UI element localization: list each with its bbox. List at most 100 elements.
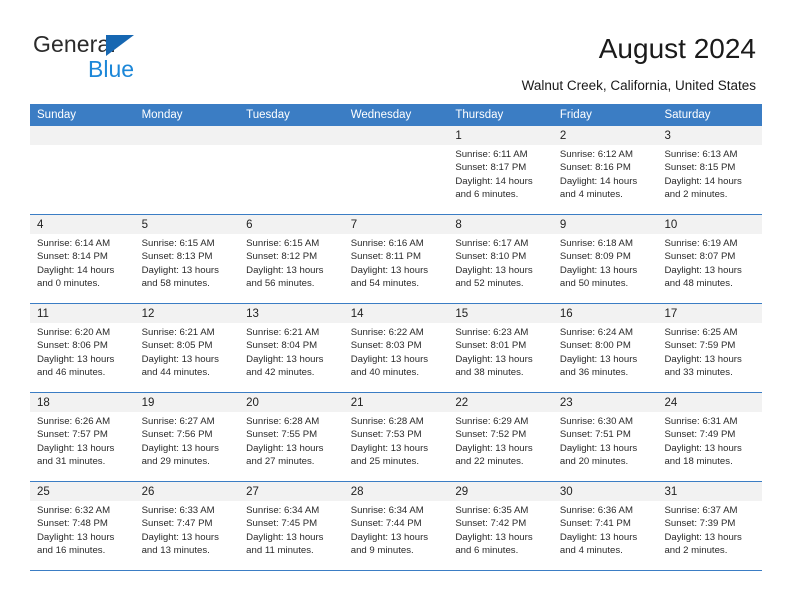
day-number-band: 4 bbox=[30, 215, 135, 234]
daylight-text-line1: Daylight: 14 hours bbox=[559, 175, 638, 187]
day-number: 8 bbox=[455, 219, 462, 231]
brand-logo[interactable]: General Blue bbox=[33, 31, 213, 83]
day-of-week-header: Wednesday bbox=[350, 109, 412, 121]
calendar-week-row: 11 Sunrise: 6:20 AM Sunset: 8:06 PM Dayligh… bbox=[30, 304, 763, 393]
day-sun-info: Sunrise: 6:28 AM Sunset: 7:53 PM Daylight:… bbox=[344, 412, 449, 469]
day-number-band: 12 bbox=[134, 304, 240, 323]
sunrise-text: Sunrise: 6:19 AM bbox=[664, 238, 738, 249]
calendar-day-cell[interactable]: 15 Sunrise: 6:23 AM Sunset: 8:01 PM Dayligh… bbox=[448, 304, 553, 392]
day-number: 29 bbox=[455, 486, 469, 498]
calendar-day-cell-empty bbox=[30, 126, 135, 214]
sunset-text: Sunset: 7:59 PM bbox=[664, 340, 736, 352]
calendar-day-cell[interactable]: 20 Sunrise: 6:28 AM Sunset: 7:55 PM Dayligh… bbox=[239, 393, 344, 481]
calendar-day-cell[interactable]: 22 Sunrise: 6:29 AM Sunset: 7:52 PM Dayligh… bbox=[448, 393, 553, 481]
sunset-text: Sunset: 8:11 PM bbox=[350, 251, 421, 263]
daylight-text-line1: Daylight: 13 hours bbox=[559, 531, 638, 543]
calendar-day-cell[interactable]: 9 Sunrise: 6:18 AM Sunset: 8:09 PM Daylight… bbox=[552, 215, 658, 303]
calendar-day-cell[interactable]: 29 Sunrise: 6:35 AM Sunset: 7:42 PM Dayligh… bbox=[448, 482, 553, 570]
day-number-band: 25 bbox=[30, 482, 135, 501]
day-sun-info: Sunrise: 6:12 AM Sunset: 8:16 PM Daylight:… bbox=[553, 145, 658, 202]
day-number: 23 bbox=[559, 397, 573, 409]
sunset-text: Sunset: 7:41 PM bbox=[559, 518, 631, 530]
calendar-day-cell[interactable]: 19 Sunrise: 6:27 AM Sunset: 7:56 PM Dayligh… bbox=[134, 393, 240, 481]
sunrise-text: Sunrise: 6:17 AM bbox=[455, 238, 529, 249]
day-sun-info: Sunrise: 6:32 AM Sunset: 7:48 PM Daylight:… bbox=[30, 501, 135, 558]
calendar-day-cell[interactable]: 10 Sunrise: 6:19 AM Sunset: 8:07 PM Dayligh… bbox=[657, 215, 763, 303]
day-number: 16 bbox=[559, 308, 573, 320]
calendar-day-cell[interactable]: 23 Sunrise: 6:30 AM Sunset: 7:51 PM Dayligh… bbox=[552, 393, 658, 481]
day-sun-info: Sunrise: 6:28 AM Sunset: 7:55 PM Daylight:… bbox=[239, 412, 344, 469]
calendar-day-cell[interactable]: 31 Sunrise: 6:37 AM Sunset: 7:39 PM Dayligh… bbox=[657, 482, 763, 570]
calendar-day-cell[interactable]: 4 Sunrise: 6:14 AM Sunset: 8:14 PM Daylight… bbox=[30, 215, 135, 303]
calendar-day-cell[interactable]: 30 Sunrise: 6:36 AM Sunset: 7:41 PM Dayligh… bbox=[552, 482, 658, 570]
sunrise-text: Sunrise: 6:15 AM bbox=[246, 238, 320, 249]
day-sun-info: Sunrise: 6:23 AM Sunset: 8:01 PM Daylight:… bbox=[448, 323, 553, 380]
calendar-day-cell[interactable]: 27 Sunrise: 6:34 AM Sunset: 7:45 PM Dayligh… bbox=[239, 482, 344, 570]
sunrise-text: Sunrise: 6:18 AM bbox=[559, 238, 633, 249]
sunset-text: Sunset: 7:42 PM bbox=[455, 518, 527, 530]
calendar-day-cell[interactable]: 18 Sunrise: 6:26 AM Sunset: 7:57 PM Dayligh… bbox=[30, 393, 135, 481]
daylight-text-line1: Daylight: 13 hours bbox=[246, 353, 324, 365]
calendar-day-cell[interactable]: 5 Sunrise: 6:15 AM Sunset: 8:13 PM Daylight… bbox=[134, 215, 240, 303]
day-number: 4 bbox=[37, 219, 44, 231]
sunrise-text: Sunrise: 6:33 AM bbox=[141, 505, 215, 516]
calendar-day-cell[interactable]: 16 Sunrise: 6:24 AM Sunset: 8:00 PM Dayligh… bbox=[552, 304, 658, 392]
day-number: 31 bbox=[664, 486, 678, 498]
daylight-text-line1: Daylight: 13 hours bbox=[37, 531, 115, 543]
sunset-text: Sunset: 7:56 PM bbox=[141, 429, 213, 441]
day-number: 27 bbox=[246, 486, 259, 498]
day-number: 3 bbox=[664, 130, 671, 142]
day-number: 18 bbox=[37, 397, 50, 409]
sunset-text: Sunset: 8:07 PM bbox=[664, 251, 736, 263]
calendar-day-cell[interactable]: 12 Sunrise: 6:21 AM Sunset: 8:05 PM Dayligh… bbox=[134, 304, 240, 392]
calendar-day-cell[interactable]: 1 Sunrise: 6:11 AM Sunset: 8:17 PM Daylight… bbox=[448, 126, 553, 214]
sunset-text: Sunset: 7:45 PM bbox=[246, 518, 318, 530]
location-subtitle: Walnut Creek, California, United States bbox=[521, 78, 756, 93]
calendar-day-cell[interactable]: 2 Sunrise: 6:12 AM Sunset: 8:16 PM Daylight… bbox=[552, 126, 658, 214]
sunset-text: Sunset: 7:53 PM bbox=[350, 429, 422, 441]
calendar-day-cell[interactable]: 14 Sunrise: 6:22 AM Sunset: 8:03 PM Dayligh… bbox=[343, 304, 449, 392]
daylight-text-line2: and 38 minutes. bbox=[455, 367, 524, 379]
calendar-day-cell[interactable]: 7 Sunrise: 6:16 AM Sunset: 8:11 PM Daylight… bbox=[343, 215, 449, 303]
sunrise-text: Sunrise: 6:31 AM bbox=[664, 416, 738, 427]
day-number-band bbox=[343, 126, 449, 145]
daylight-text-line2: and 44 minutes. bbox=[141, 367, 210, 379]
calendar-day-cell[interactable]: 8 Sunrise: 6:17 AM Sunset: 8:10 PM Daylight… bbox=[448, 215, 553, 303]
calendar-day-cell[interactable]: 6 Sunrise: 6:15 AM Sunset: 8:12 PM Daylight… bbox=[239, 215, 344, 303]
sunrise-text: Sunrise: 6:36 AM bbox=[559, 505, 633, 516]
day-number: 12 bbox=[141, 308, 155, 320]
daylight-text-line2: and 29 minutes. bbox=[141, 456, 210, 468]
calendar-day-cell[interactable]: 21 Sunrise: 6:28 AM Sunset: 7:53 PM Dayligh… bbox=[343, 393, 449, 481]
daylight-text-line2: and 52 minutes. bbox=[455, 278, 524, 290]
calendar-day-cell[interactable]: 17 Sunrise: 6:25 AM Sunset: 7:59 PM Dayligh… bbox=[657, 304, 763, 392]
day-sun-info: Sunrise: 6:14 AM Sunset: 8:14 PM Daylight:… bbox=[30, 234, 135, 291]
sunrise-text: Sunrise: 6:11 AM bbox=[455, 149, 528, 160]
day-sun-info: Sunrise: 6:13 AM Sunset: 8:15 PM Daylight:… bbox=[657, 145, 762, 202]
calendar-day-cell[interactable]: 25 Sunrise: 6:32 AM Sunset: 7:48 PM Dayligh… bbox=[30, 482, 135, 570]
daylight-text-line2: and 6 minutes. bbox=[455, 189, 519, 201]
day-sun-info: Sunrise: 6:25 AM Sunset: 7:59 PM Daylight:… bbox=[657, 323, 762, 380]
calendar-day-cell[interactable]: 28 Sunrise: 6:34 AM Sunset: 7:44 PM Dayligh… bbox=[343, 482, 449, 570]
sunset-text: Sunset: 8:13 PM bbox=[141, 251, 213, 263]
calendar-day-cell[interactable]: 11 Sunrise: 6:20 AM Sunset: 8:06 PM Dayligh… bbox=[30, 304, 135, 392]
daylight-text-line2: and 18 minutes. bbox=[664, 456, 733, 468]
daylight-text-line1: Daylight: 13 hours bbox=[664, 442, 742, 454]
day-number: 21 bbox=[350, 397, 364, 409]
day-number-band: 24 bbox=[657, 393, 763, 412]
sunset-text: Sunset: 7:44 PM bbox=[350, 518, 422, 530]
calendar-day-cell[interactable]: 24 Sunrise: 6:31 AM Sunset: 7:49 PM Dayligh… bbox=[657, 393, 763, 481]
day-number: 22 bbox=[455, 397, 469, 409]
day-number-band: 10 bbox=[657, 215, 763, 234]
calendar-day-cell[interactable]: 26 Sunrise: 6:33 AM Sunset: 7:47 PM Dayligh… bbox=[134, 482, 240, 570]
sunrise-text: Sunrise: 6:25 AM bbox=[664, 327, 738, 338]
daylight-text-line1: Daylight: 13 hours bbox=[350, 353, 429, 365]
day-number-band: 22 bbox=[448, 393, 553, 412]
sunrise-text: Sunrise: 6:21 AM bbox=[141, 327, 215, 338]
daylight-text-line1: Daylight: 14 hours bbox=[37, 264, 115, 276]
calendar-day-cell[interactable]: 13 Sunrise: 6:21 AM Sunset: 8:04 PM Dayligh… bbox=[239, 304, 344, 392]
calendar-day-cell[interactable]: 3 Sunrise: 6:13 AM Sunset: 8:15 PM Daylight… bbox=[657, 126, 763, 214]
sunrise-text: Sunrise: 6:16 AM bbox=[350, 238, 424, 249]
daylight-text-line1: Daylight: 13 hours bbox=[37, 442, 115, 454]
page-title: August 2024 bbox=[598, 33, 756, 64]
daylight-text-line2: and 2 minutes. bbox=[664, 545, 728, 557]
